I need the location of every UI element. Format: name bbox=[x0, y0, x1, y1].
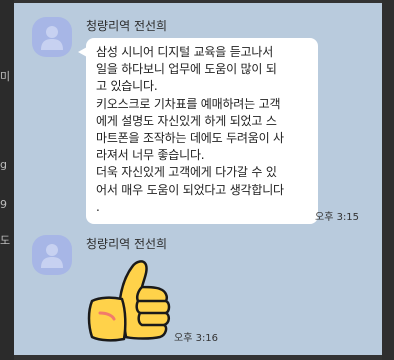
sender-name: 청량리역 전선희 bbox=[86, 237, 168, 251]
message-line: 어서 매우 도움이 되었다고 생각합니다 bbox=[96, 182, 284, 197]
avatar[interactable] bbox=[32, 235, 72, 275]
background-window-strip: 미 g 9 도 bbox=[0, 0, 14, 360]
message-line: 라져서 너무 좋습니다. bbox=[96, 148, 205, 163]
message-line: 삼성 시니어 디지털 교육을 듣고나서 bbox=[96, 45, 274, 59]
message-bubble[interactable]: 삼성 시니어 디지털 교육을 듣고나서 일을 하다보니 업무에 도움이 많이 되… bbox=[86, 38, 318, 225]
background-text-fragment: 도 bbox=[0, 234, 11, 247]
sender-name: 청량리역 전선희 bbox=[86, 19, 168, 33]
message-line: 마트폰을 조작하는 데에도 두려움이 사 bbox=[96, 131, 284, 146]
message-line: . bbox=[96, 199, 100, 214]
message-line: 더욱 자신있게 고객에게 다가갈 수 있 bbox=[96, 165, 277, 180]
default-profile-icon bbox=[41, 26, 63, 50]
default-profile-icon bbox=[41, 244, 63, 268]
avatar[interactable] bbox=[32, 17, 72, 57]
message-timestamp: 오후 3:16 bbox=[174, 333, 219, 344]
message-timestamp: 오후 3:15 bbox=[315, 212, 360, 223]
background-text-fragment: g bbox=[0, 158, 7, 171]
background-text-fragment: 9 bbox=[0, 198, 7, 211]
chat-panel: 청량리역 전선희 삼성 시니어 디지털 교육을 듣고나서 일을 하다보니 업무에… bbox=[14, 3, 382, 355]
message-line: 고 있습니다. bbox=[96, 79, 158, 94]
thumbs-up-sticker-icon[interactable] bbox=[82, 255, 174, 345]
window-border bbox=[382, 0, 394, 360]
message-line: 일을 하다보니 업무에 도움이 많이 되 bbox=[96, 62, 277, 77]
background-text-fragment: 미 bbox=[0, 70, 11, 83]
message-line: 키오스크로 기차표를 예매하려는 고객 bbox=[96, 96, 281, 111]
message-line: 에게 설명도 자신있게 하게 되었고 스 bbox=[96, 113, 277, 128]
